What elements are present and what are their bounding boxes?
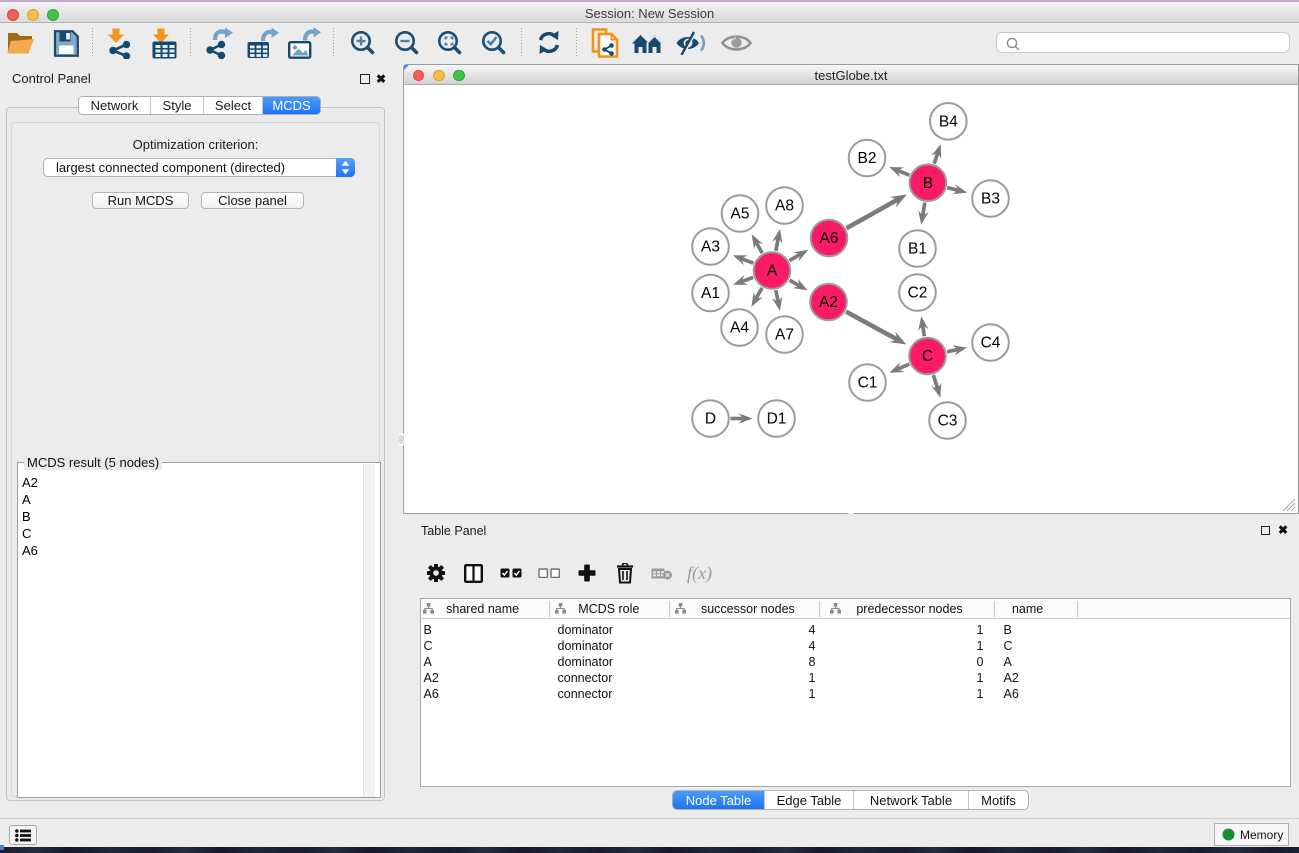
svg-text:A3: A3 (701, 239, 720, 256)
svg-text:A6: A6 (820, 230, 839, 247)
svg-text:C3: C3 (938, 413, 958, 430)
svg-text:A: A (767, 263, 778, 280)
svg-text:A2: A2 (819, 294, 838, 311)
svg-text:A1: A1 (701, 285, 720, 302)
svg-text:C1: C1 (858, 375, 878, 392)
svg-text:B: B (923, 175, 933, 192)
svg-text:B3: B3 (981, 191, 1000, 208)
svg-text:B4: B4 (939, 114, 958, 131)
svg-text:A4: A4 (730, 320, 749, 337)
svg-text:D: D (705, 411, 716, 428)
svg-text:A5: A5 (731, 206, 750, 223)
svg-text:A8: A8 (775, 198, 794, 215)
svg-text:B1: B1 (908, 241, 927, 258)
svg-text:D1: D1 (767, 411, 787, 428)
svg-text:B2: B2 (858, 150, 877, 167)
svg-text:C: C (922, 348, 933, 365)
svg-text:A7: A7 (775, 327, 794, 344)
svg-text:C4: C4 (981, 335, 1001, 352)
svg-text:C2: C2 (908, 285, 928, 302)
